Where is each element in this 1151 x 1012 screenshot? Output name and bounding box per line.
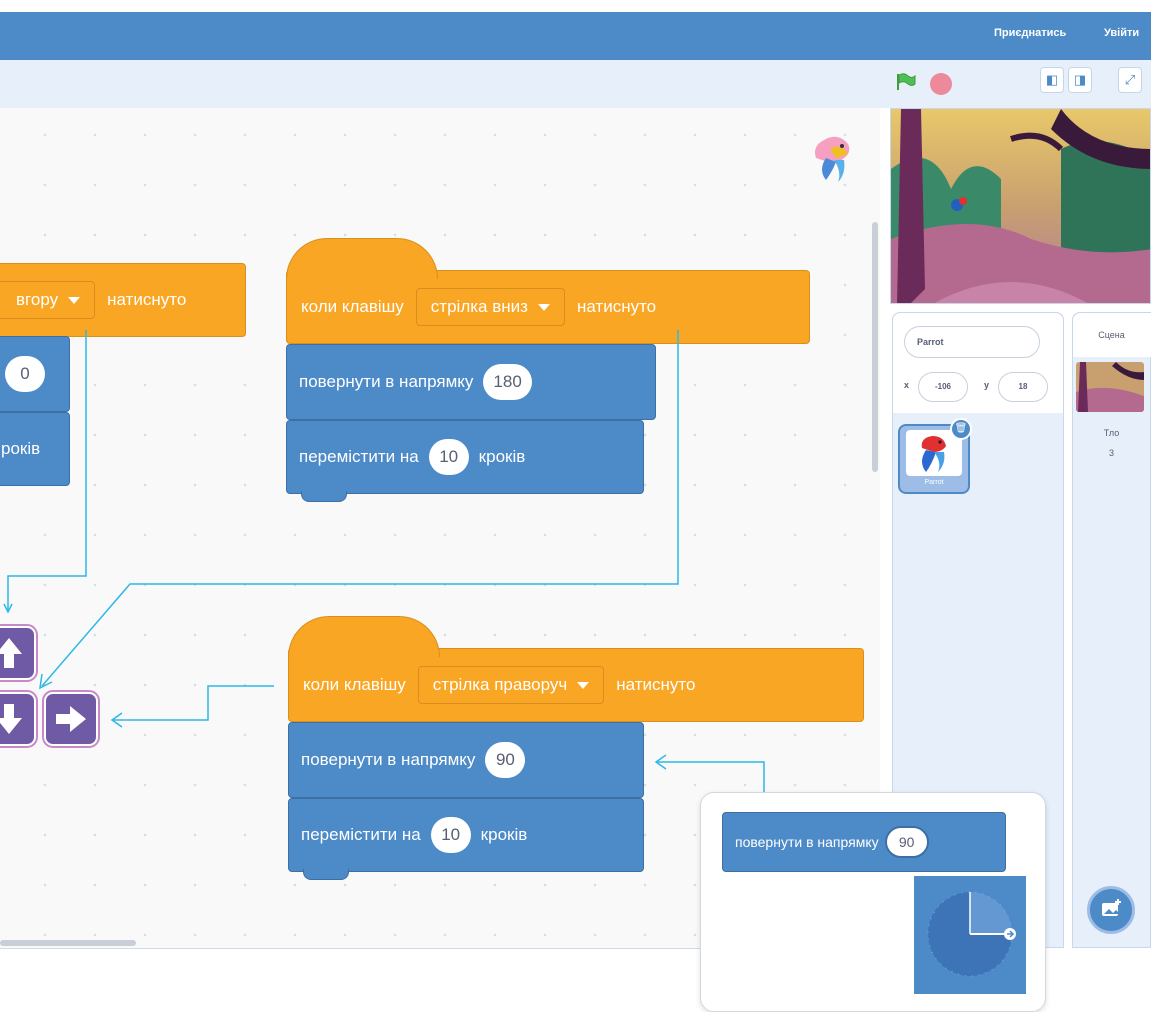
x-position-field[interactable]: -106 [918, 372, 968, 402]
backdrops-label: Тло [1103, 428, 1120, 438]
direction-dial[interactable] [914, 876, 1026, 994]
turn-label: повернути в напрямку [735, 834, 879, 850]
stage-canvas[interactable] [890, 108, 1151, 304]
trash-icon[interactable]: 🗑 [950, 418, 972, 440]
stage-thumbnail[interactable] [1076, 362, 1144, 412]
stage-pane-title: Сцена [1098, 330, 1125, 340]
y-label: y [984, 380, 990, 390]
direction-input[interactable]: 90 [884, 826, 929, 858]
add-backdrop-icon[interactable] [1087, 886, 1135, 934]
backdrops-count: 3 [1108, 448, 1114, 458]
popup-turn-block[interactable]: повернути в напрямку 90 [722, 812, 1006, 872]
sprite-name-field[interactable]: Parrot [904, 326, 1040, 358]
jungle-backdrop [891, 109, 1150, 303]
x-label: x [904, 380, 910, 390]
y-position-field[interactable]: 18 [998, 372, 1048, 402]
sprite-thumbnail-label: Parrot [924, 479, 944, 486]
